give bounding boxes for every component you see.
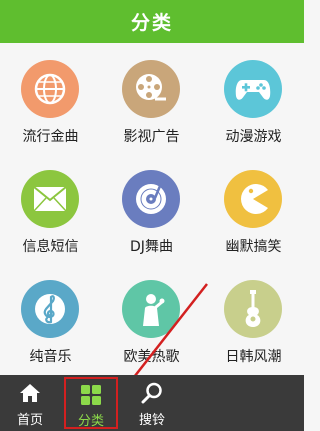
category-label: DJ舞曲 [130,239,173,255]
singer-icon [122,280,180,338]
category-item-instrumental[interactable]: 纯音乐 [0,263,101,373]
category-item-pop[interactable]: 流行金曲 [0,43,101,153]
tab-label: 搜铃 [138,413,165,428]
grid-icon [79,383,103,407]
search-icon [140,381,164,405]
title-bar: 分类 [0,0,304,43]
category-item-dj[interactable]: DJ舞曲 [101,153,202,263]
category-item-sms[interactable]: 信息短信 [0,153,101,263]
tab-category[interactable]: 分类 [64,377,118,429]
category-label: 幽默搞笑 [225,239,282,255]
home-icon [18,381,42,405]
tab-label: 分类 [77,414,104,429]
category-label: 日韩风潮 [225,349,282,365]
category-item-jk-trend[interactable]: 日韩风潮 [203,263,304,373]
category-item-western-hits[interactable]: 欧美热歌 [101,263,202,373]
envelope-icon [21,170,79,228]
vinyl-record-icon [122,170,180,228]
page-title: 分类 [130,12,173,34]
tab-label: 首页 [16,413,43,428]
category-item-anime-games[interactable]: 动漫游戏 [203,43,304,153]
category-label: 欧美热歌 [123,349,180,365]
gamepad-icon [224,60,282,118]
category-label: 信息短信 [22,239,79,255]
tab-search[interactable]: 搜铃 [124,375,180,431]
category-item-humor[interactable]: 幽默搞笑 [203,153,304,263]
category-label: 纯音乐 [29,349,72,365]
guitar-icon [224,280,282,338]
tab-home[interactable]: 首页 [2,375,58,431]
treble-clef-icon [21,280,79,338]
category-label: 流行金曲 [22,129,79,145]
film-reel-icon [122,60,180,118]
globe-icon [21,60,79,118]
category-item-film-ads[interactable]: 影视广告 [101,43,202,153]
category-label: 动漫游戏 [225,129,282,145]
bottom-tab-bar: 首页 分类 搜铃 [0,375,304,431]
pacman-icon [224,170,282,228]
category-grid: 流行金曲 影视广告 动漫游戏 信息短信 DJ舞曲 幽默搞笑 纯音乐 欧美热歌 日… [0,43,304,374]
category-label: 影视广告 [123,129,180,145]
